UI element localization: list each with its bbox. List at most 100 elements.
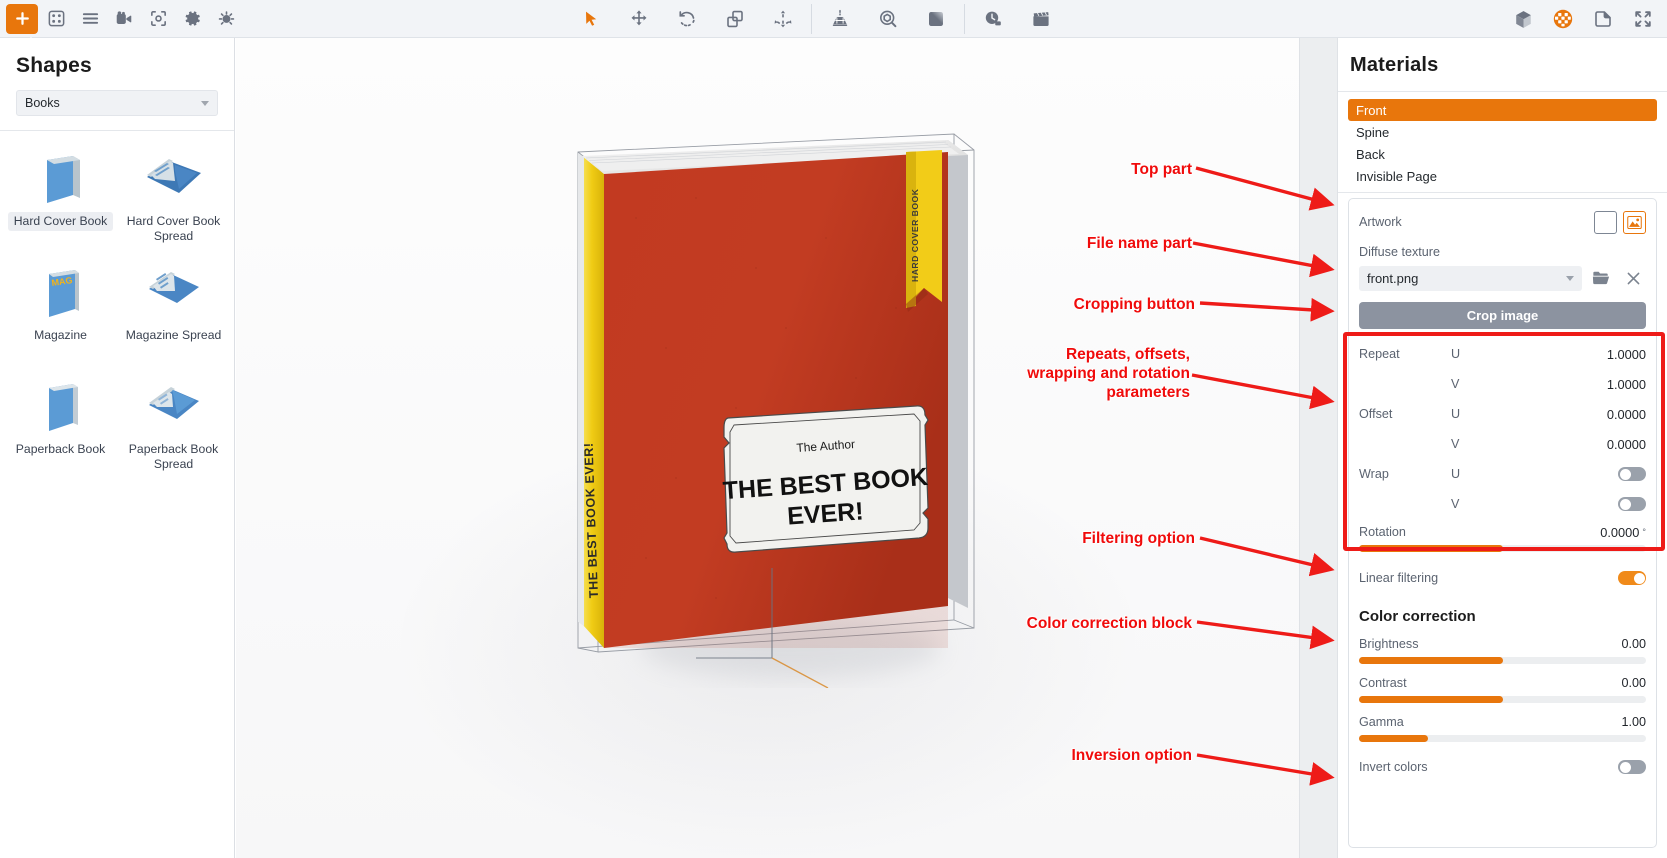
focus-frame-button[interactable] xyxy=(142,4,174,34)
rotation-slider[interactable] xyxy=(1359,545,1646,552)
offset-u-value[interactable]: 0.0000 xyxy=(1607,407,1646,422)
offset-label: Offset xyxy=(1359,407,1451,421)
diffuse-texture-label: Diffuse texture xyxy=(1359,245,1440,259)
shape-label: Magazine Spread xyxy=(120,326,228,345)
artwork-row: Artwork xyxy=(1349,203,1656,241)
contrast-label: Contrast xyxy=(1359,676,1407,690)
material-item-back[interactable]: Back xyxy=(1348,143,1657,165)
panel-resize-strip[interactable] xyxy=(1300,38,1338,858)
brightness-slider[interactable] xyxy=(1359,657,1646,664)
repeat-v-row: V 1.0000 xyxy=(1349,369,1656,399)
repeat-label: Repeat xyxy=(1359,347,1451,361)
invert-colors-label: Invert colors xyxy=(1359,760,1428,774)
materials-panel: Materials Front Spine Back Invisible Pag… xyxy=(1338,38,1667,858)
wrap-v-row: V xyxy=(1349,489,1656,519)
toggle-knob xyxy=(1620,499,1631,510)
gear-icon[interactable] xyxy=(176,4,208,34)
shape-item-paperback-book-spread[interactable]: Paperback Book Spread xyxy=(117,377,230,481)
scatter-arrows-icon[interactable] xyxy=(767,4,799,34)
brightness-row: Brightness 0.00 xyxy=(1349,631,1656,657)
material-properties-card: Artwork Diffuse texture front.png xyxy=(1348,198,1657,848)
expand-arrows-icon[interactable] xyxy=(1627,4,1659,34)
axis-label-u: U xyxy=(1451,347,1511,361)
shapes-category-select[interactable]: Books xyxy=(16,90,218,116)
wrap-label: Wrap xyxy=(1359,467,1451,481)
material-item-label: Back xyxy=(1356,147,1385,162)
3d-viewport[interactable]: THE BEST BOOK EVER! xyxy=(236,38,1300,858)
shape-item-magazine[interactable]: MAG Magazine xyxy=(4,263,117,367)
repeat-v-value[interactable]: 1.0000 xyxy=(1607,377,1646,392)
linear-filtering-toggle[interactable] xyxy=(1618,571,1646,585)
gamma-value[interactable]: 1.00 xyxy=(1621,715,1646,729)
shape-item-hard-cover-book-spread[interactable]: Hard Cover Book Spread xyxy=(117,149,230,253)
cube-icon[interactable] xyxy=(1507,4,1539,34)
material-item-invisible-page[interactable]: Invisible Page xyxy=(1348,165,1657,187)
invert-colors-toggle[interactable] xyxy=(1618,760,1646,774)
shape-label: Magazine xyxy=(28,326,93,345)
linear-filtering-row: Linear filtering xyxy=(1349,562,1656,594)
image-corner-icon[interactable] xyxy=(1587,4,1619,34)
checkered-sphere-icon[interactable] xyxy=(1547,4,1579,34)
paperback-book-icon xyxy=(35,377,87,437)
cursor-arrow-icon[interactable] xyxy=(575,4,607,34)
artwork-image-button[interactable] xyxy=(1623,211,1646,234)
add-shape-button[interactable] xyxy=(6,4,38,34)
shape-label: Paperback Book xyxy=(10,440,111,459)
material-item-label: Front xyxy=(1356,103,1386,118)
gamma-row: Gamma 1.00 xyxy=(1349,709,1656,735)
film-clapper-icon[interactable] xyxy=(1025,4,1057,34)
slider-fill xyxy=(1359,696,1503,703)
book-3d-model[interactable]: THE BEST BOOK EVER! xyxy=(576,128,996,688)
menu-button[interactable] xyxy=(74,4,106,34)
shape-label: Paperback Book Spread xyxy=(123,440,224,474)
shape-item-hard-cover-book[interactable]: Hard Cover Book xyxy=(4,149,117,253)
toolbar-active-caret xyxy=(22,37,40,46)
crop-image-button[interactable]: Crop image xyxy=(1359,302,1646,329)
contrast-slider[interactable] xyxy=(1359,696,1646,703)
materials-list: Front Spine Back Invisible Page xyxy=(1338,92,1667,187)
rotate-ccw-icon[interactable] xyxy=(671,4,703,34)
axis-label-v: V xyxy=(1451,437,1511,451)
magazine-icon: MAG xyxy=(35,263,87,323)
toolbar-center-group xyxy=(575,0,1057,38)
diffuse-texture-select[interactable]: front.png xyxy=(1359,266,1582,291)
rotation-unit: ° xyxy=(1642,527,1646,537)
repeat-u-row: Repeat U 1.0000 xyxy=(1349,339,1656,369)
video-camera-button[interactable] xyxy=(108,4,140,34)
wrap-v-toggle[interactable] xyxy=(1618,497,1646,511)
shape-item-paperback-book[interactable]: Paperback Book xyxy=(4,377,117,481)
materials-list-divider xyxy=(1338,192,1667,193)
offset-v-row: V 0.0000 xyxy=(1349,429,1656,459)
material-item-spine[interactable]: Spine xyxy=(1348,121,1657,143)
materials-list-clip: Front Spine Back Invisible Page xyxy=(1338,92,1667,188)
materials-panel-title: Materials xyxy=(1338,38,1667,77)
lamp-icon[interactable] xyxy=(824,4,856,34)
brightness-value[interactable]: 0.00 xyxy=(1621,637,1646,651)
linear-filtering-label: Linear filtering xyxy=(1359,571,1438,585)
rotation-row: Rotation 0.0000 ° xyxy=(1349,519,1656,545)
gamma-slider[interactable] xyxy=(1359,735,1646,742)
slider-fill xyxy=(1359,545,1503,552)
artwork-label: Artwork xyxy=(1359,215,1402,229)
folder-open-icon[interactable] xyxy=(1588,266,1614,291)
repeat-u-value[interactable]: 1.0000 xyxy=(1607,347,1646,362)
rotation-value[interactable]: 0.0000 xyxy=(1600,525,1639,540)
shape-item-magazine-spread[interactable]: Magazine Spread xyxy=(117,263,230,367)
grid-layout-button[interactable] xyxy=(40,4,72,34)
diffuse-texture-label-row: Diffuse texture xyxy=(1349,241,1656,263)
invert-colors-row: Invert colors xyxy=(1349,754,1656,780)
artwork-color-swatch-button[interactable] xyxy=(1594,211,1617,234)
scale-square-icon[interactable] xyxy=(719,4,751,34)
contrast-row: Contrast 0.00 xyxy=(1349,670,1656,696)
move-arrows-icon[interactable] xyxy=(623,4,655,34)
sun-brightness-icon[interactable] xyxy=(210,4,242,34)
contrast-value[interactable]: 0.00 xyxy=(1621,676,1646,690)
material-item-front[interactable]: Front xyxy=(1348,99,1657,121)
close-x-icon[interactable] xyxy=(1620,266,1646,291)
texture-parameters: Repeat U 1.0000 V 1.0000 Offset U 0.0000… xyxy=(1349,339,1656,552)
gradient-square-icon[interactable] xyxy=(920,4,952,34)
wrap-u-toggle[interactable] xyxy=(1618,467,1646,481)
globe-search-icon[interactable] xyxy=(872,4,904,34)
clock-keyframe-icon[interactable] xyxy=(977,4,1009,34)
offset-v-value[interactable]: 0.0000 xyxy=(1607,437,1646,452)
